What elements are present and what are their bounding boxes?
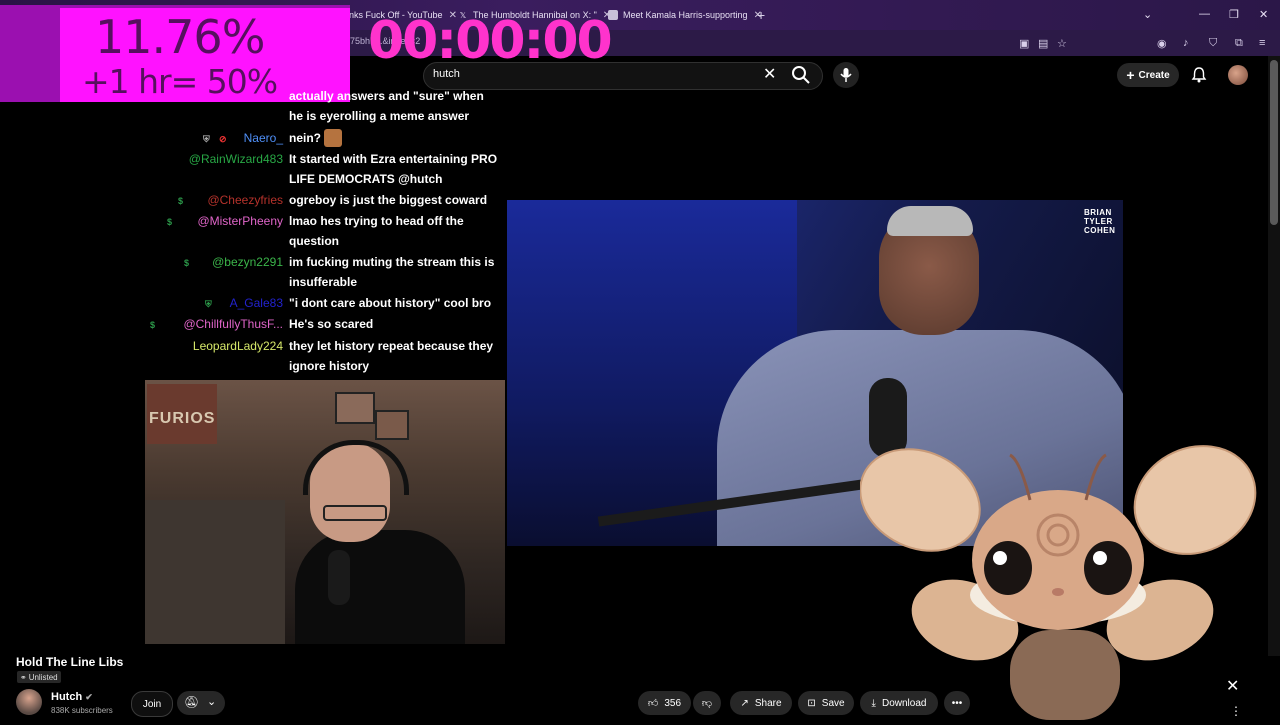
scrollbar-thumb[interactable] [1270,60,1278,225]
chat-text: lmao hes trying to head off the question [289,214,464,248]
chat-text: It started with Ezra entertaining PRO LI… [289,152,498,186]
watermark-line: BRIAN [1084,208,1112,217]
chat-text: He's so scared [289,317,374,331]
webcam-feed: FURIOS [145,380,505,644]
couch [145,500,285,644]
menu-icon[interactable]: ≡ [1259,37,1265,49]
chevron-down-icon[interactable]: ⌄ [1143,8,1152,21]
chat-username: @Cheezyfries [207,193,283,207]
volume-icon[interactable]: ♪ [1183,37,1189,49]
minimize-button[interactable]: — [1199,8,1210,20]
extensions-icon[interactable]: ⧉ [1235,37,1243,50]
verified-icon: ✔ [85,692,93,702]
channel-watermark: BRIAN TYLER COHEN [1084,208,1116,235]
mod-badge-icon: ⛨ [203,134,210,144]
subscriber-count: 838K subscribers [51,706,113,715]
chat-username: Naero_ [243,131,283,145]
watermark-line: TYLER [1084,217,1113,226]
chat-username: A_Gale83 [229,296,283,310]
chevron-down-icon: ⌄ [207,696,217,708]
link-icon: ⚭ [20,672,27,682]
create-label: Create [1138,69,1170,81]
poster-text: FURIOS [149,410,216,427]
channel-name-text: Hutch [51,691,83,703]
account-icon[interactable]: ◉ [1157,37,1167,50]
chat-username: @ChillfullyThusF... [183,317,283,331]
moth-mascot [859,440,1270,720]
unlisted-badge: ⚭ Unlisted [17,671,61,683]
download-label: Download [881,697,927,709]
plus-icon: + [1126,67,1135,83]
save-button[interactable]: ⊡ Save [798,691,854,715]
glasses [323,505,387,521]
emote-icon [324,129,342,147]
share-button[interactable]: ↗ Share [730,691,792,715]
bell-off-icon: 🔕︎ [184,695,200,709]
pip-icon[interactable]: ▣ [1019,37,1029,50]
speaker-hair [887,206,973,236]
thumbs-down-icon: 👎︎ [701,698,713,709]
chat-username: @MisterPheeny [197,214,283,228]
more-horizontal-icon: ••• [951,697,963,709]
chat-text: "i dont care about history" cool bro [289,296,492,310]
like-button[interactable]: 👍︎ 356 [638,691,691,715]
goal-hour-note: +1 hr= 50% [82,62,278,101]
join-button[interactable]: Join [131,691,173,717]
mod-badge-icon: ⛨ [205,299,212,309]
new-tab-button[interactable]: + [757,7,765,23]
thumbs-up-icon: 👍︎ [647,698,659,709]
channel-avatar[interactable] [16,689,42,715]
search-icon[interactable] [790,64,812,86]
clear-search-icon[interactable]: ✕ [763,64,776,84]
member-badge-icon: $ [167,217,173,227]
download-button[interactable]: ⤓ Download [860,691,938,715]
share-label: Share [754,697,782,709]
member-badge-icon: $ [184,258,190,268]
chat-username: @RainWizard483 [188,152,283,166]
tab-label: Meet Kamala Harris-supporting [623,10,748,20]
wall-frame [375,410,409,440]
bookmark-icon: ⊡ [807,697,816,709]
like-count: 356 [664,697,682,709]
chat-text: they let history repeat because they ign… [289,339,494,373]
search-input[interactable]: hutch [433,68,460,80]
share-icon: ↗ [740,697,749,709]
shield-icon[interactable]: ⛉ [1209,37,1217,50]
notifications-bell-icon[interactable] [1190,66,1208,89]
goal-percent: 11.76% [95,10,265,64]
video-title: Hold The Line Libs [16,655,124,669]
member-badge-icon: $ [178,196,184,206]
more-actions-button[interactable]: ••• [944,691,970,715]
member-badge-icon: $ [150,320,156,330]
reader-icon[interactable]: ▤ [1038,37,1048,50]
close-icon[interactable]: ✕ [1226,676,1239,696]
more-vertical-icon[interactable]: ⋮ [1230,704,1242,718]
subscription-notification-button[interactable]: 🔕︎ ⌄ [177,691,225,715]
create-button[interactable]: + Create [1117,63,1179,87]
chat-username: LeopardLady224 [192,339,283,353]
chat-text: im fucking muting the stream this is ins… [289,255,495,289]
badge-icon: ⊘ [219,134,227,144]
channel-name[interactable]: Hutch ✔ [51,691,93,703]
chat-text: actually answers and "sure" when he is e… [289,89,484,123]
mic-icon[interactable] [833,62,859,88]
chat-text: nein? [289,131,321,145]
window-close-button[interactable]: ✕ [1259,8,1268,21]
chat-text: ogreboy is just the biggest coward [289,193,488,207]
chat-username: @bezyn2291 [212,255,283,269]
microphone [328,550,350,605]
save-label: Save [821,697,845,709]
account-avatar[interactable] [1228,65,1248,85]
person-body [295,530,465,644]
download-icon: ⤓ [871,697,876,709]
unlisted-label: Unlisted [28,672,58,682]
wall-frame [335,392,375,424]
bookmark-star-icon[interactable]: ☆ [1057,37,1067,50]
tab-article[interactable]: Meet Kamala Harris-supporting ✕ [608,6,762,24]
headphones [303,440,409,495]
dislike-button[interactable]: 👎︎ [693,691,721,715]
watermark-line: COHEN [1084,226,1116,235]
restore-button[interactable]: ❐ [1229,8,1239,21]
